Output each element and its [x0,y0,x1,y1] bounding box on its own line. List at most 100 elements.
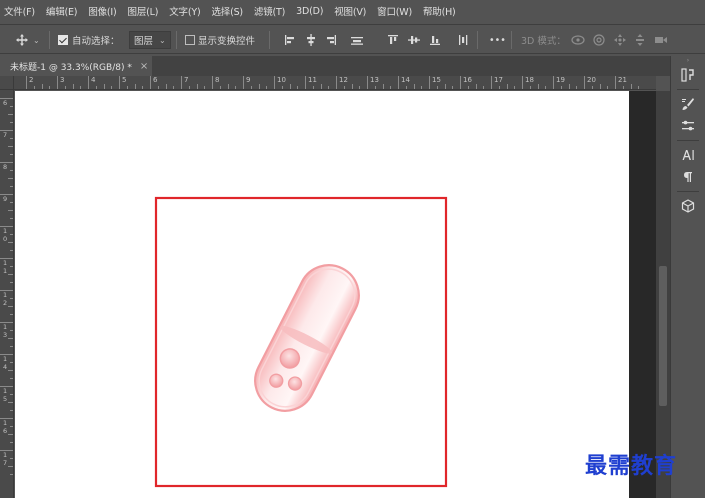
ruler-minor-tick [467,86,469,89]
ruler-minor-tick [196,84,198,89]
ruler-minor-tick [8,402,13,403]
menu-type[interactable]: 文字(Y) [169,4,200,18]
ruler-minor-tick [622,86,624,89]
ruler-horizontal[interactable]: 2 3 4 5 6 7 8 9 10 11 12 13 14 15 16 17 18 19 20 21 [14,76,656,90]
ruler-tick-label: 2 [26,76,33,89]
ruler-minor-tick [49,86,51,89]
ruler-minor-tick [475,84,477,89]
ruler-minor-tick [266,86,268,89]
show-transform-checkbox[interactable] [185,25,195,55]
vertical-scrollbar[interactable] [656,91,670,498]
ruler-minor-tick [258,84,260,89]
distribute-horizontal-icon[interactable] [457,25,469,55]
3d-pan-icon[interactable] [614,25,626,55]
auto-select-checkbox[interactable] [58,25,68,55]
ruler-minor-tick [10,330,13,331]
ruler-minor-tick [10,154,13,155]
ruler-minor-tick [126,86,128,89]
ruler-minor-tick [10,122,13,123]
ruler-minor-tick [250,86,252,89]
menu-window[interactable]: 窗口(W) [377,4,412,18]
character-panel-button[interactable] [675,144,701,166]
move-tool-button[interactable] [16,25,28,55]
align-left-icon[interactable] [284,25,296,55]
ruler-minor-tick [8,370,13,371]
close-icon[interactable]: × [140,61,148,72]
align-top-icon[interactable] [387,25,399,55]
ruler-corner[interactable] [0,76,14,90]
brush-icon [682,98,694,110]
distribute-icon[interactable] [350,25,364,55]
capsule-illustration [254,264,360,412]
3d-slide-icon[interactable] [634,25,646,55]
character-icon [682,150,694,160]
ruler-minor-tick [607,86,609,89]
ruler-minor-tick [630,84,632,89]
ruler-vertical[interactable]: 67891 01 11 21 31 41 51 61 7 [0,76,14,498]
menu-edit[interactable]: 编辑(E) [46,4,78,18]
chevron-down-icon: ⌄ [159,35,166,45]
menu-file[interactable]: 文件(F) [4,4,35,18]
menu-view[interactable]: 视图(V) [334,4,366,18]
3d-orbit-icon[interactable] [571,25,585,55]
menu-layer[interactable]: 图层(L) [128,4,159,18]
menu-filter[interactable]: 滤镜(T) [254,4,285,18]
ruler-minor-tick [219,86,221,89]
tool-preset-chevron-icon[interactable]: ⌄ [33,25,40,55]
ruler-tick-label: 4 [88,76,95,89]
align-vertical-center-icon[interactable] [408,25,420,55]
ruler-minor-tick [452,86,454,89]
align-horizontal-center-icon[interactable] [305,25,317,55]
ruler-minor-tick [638,86,640,89]
ruler-minor-tick [529,86,531,89]
ruler-minor-tick [382,84,384,89]
document-canvas[interactable] [15,91,629,498]
right-panel-dock: › [670,56,705,498]
more-options-button[interactable]: ••• [489,25,506,55]
ruler-minor-tick [8,338,13,339]
3d-panel-button[interactable] [675,195,701,217]
ruler-minor-tick [142,86,144,89]
ruler-minor-tick [560,86,562,89]
ruler-minor-tick [157,86,159,89]
align-right-icon[interactable] [325,25,337,55]
scrollbar-thumb[interactable] [659,266,667,406]
ruler-minor-tick [289,84,291,89]
menu-help[interactable]: 帮助(H) [423,4,456,18]
ruler-tick-label: 16 [460,76,472,89]
ruler-minor-tick [8,146,13,147]
ruler-minor-tick [8,242,13,243]
dropdown-value: 图层 [134,36,154,47]
ruler-minor-tick [10,394,13,395]
auto-select-target-dropdown[interactable]: 图层 ⌄ [129,31,171,49]
sliders-icon [682,120,694,131]
show-transform-label: 显示变换控件 [198,36,256,47]
paragraph-panel-button[interactable] [675,166,701,188]
ruler-tick-label: 18 [522,76,534,89]
ruler-minor-tick [188,86,190,89]
align-bottom-icon[interactable] [429,25,441,55]
ruler-minor-tick [10,378,13,379]
history-panel-button[interactable] [675,64,701,86]
ruler-minor-tick [390,86,392,89]
menu-3d[interactable]: 3D(D) [296,6,323,17]
brush-panel-button[interactable] [675,93,701,115]
ruler-tick-label: 14 [398,76,410,89]
menu-select[interactable]: 选择(S) [211,4,243,18]
adjustments-panel-button[interactable] [675,115,701,137]
document-tab[interactable]: 未标题-1 @ 33.3%(RGB/8) * × [0,56,152,76]
ruler-minor-tick [10,298,13,299]
ruler-minor-tick [421,86,423,89]
menu-bar: 文件(F) 编辑(E) 图像(I) 图层(L) 文字(Y) 选择(S) 滤镜(T… [0,0,705,22]
ruler-minor-tick [33,86,35,89]
ruler-minor-tick [8,434,13,435]
3d-roll-icon[interactable] [593,25,605,55]
ruler-minor-tick [591,86,593,89]
history-icon [681,68,694,82]
ruler-minor-tick [568,84,570,89]
menu-image[interactable]: 图像(I) [88,4,116,18]
ruler-minor-tick [10,314,13,315]
ruler-minor-tick [8,210,13,211]
3d-camera-icon[interactable] [654,25,668,55]
ruler-minor-tick [10,250,13,251]
